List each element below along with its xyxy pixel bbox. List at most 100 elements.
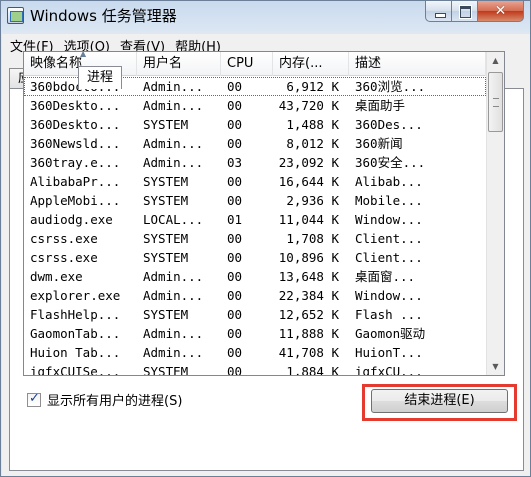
process-row[interactable]: csrss.exe SYSTEM 00 1,708 K Client... xyxy=(24,229,486,248)
process-row[interactable]: AppleMobi... SYSTEM 00 2,936 K Mobile... xyxy=(24,191,486,210)
task-manager-icon xyxy=(7,7,24,24)
process-cpu: 00 xyxy=(227,231,243,246)
show-all-users-checkbox[interactable] xyxy=(27,391,41,407)
column-label: 映像名称 xyxy=(30,56,83,71)
process-row[interactable]: GaomonTab... Admin... 00 11,888 K Gaomon驱动 xyxy=(24,324,486,343)
process-memory: 8,012 K xyxy=(286,136,339,151)
process-name: 360Deskto... xyxy=(30,98,121,113)
vertical-scrollbar[interactable]: ▲ ▼ xyxy=(486,52,504,375)
process-cpu: 00 xyxy=(227,250,243,265)
process-memory: 16,644 K xyxy=(278,174,339,189)
process-user: Admin... xyxy=(143,345,204,360)
column-memory[interactable]: 内存(... xyxy=(273,52,349,76)
process-memory: 11,888 K xyxy=(278,326,339,341)
process-name: csrss.exe xyxy=(30,231,98,246)
process-name: csrss.exe xyxy=(30,250,98,265)
column-description[interactable]: 描述 xyxy=(349,52,486,76)
column-cpu[interactable]: CPU xyxy=(221,52,273,76)
process-user: SYSTEM xyxy=(143,250,189,265)
process-cpu: 00 xyxy=(227,174,243,189)
process-description: HuionT... xyxy=(355,345,423,360)
process-cpu: 03 xyxy=(227,155,243,170)
process-row[interactable]: 360Deskto... Admin... 00 43,720 K 桌面助手 xyxy=(24,96,486,115)
minimize-button[interactable] xyxy=(425,1,452,22)
window-controls: ✕ xyxy=(425,1,524,22)
process-user: Admin... xyxy=(143,98,204,113)
process-row[interactable]: FlashHelp... SYSTEM 00 12,652 K Flash ... xyxy=(24,305,486,324)
process-user: SYSTEM xyxy=(143,193,189,208)
process-name: FlashHelp... xyxy=(30,307,121,322)
process-description: 桌面助手 xyxy=(355,98,406,113)
process-name: explorer.exe xyxy=(30,288,121,303)
process-row[interactable]: 360Deskto... SYSTEM 00 1,488 K 360Des... xyxy=(24,115,486,134)
process-row[interactable]: dwm.exe Admin... 00 13,648 K 桌面窗... xyxy=(24,267,486,286)
process-row[interactable]: 360tray.e... Admin... 03 23,092 K 360安全... xyxy=(24,153,486,172)
process-user: SYSTEM xyxy=(143,364,189,376)
process-list[interactable]: ▲ 映像名称 用户名 CPU 内存(... 描述 360bdocto... Adm… xyxy=(23,51,505,376)
process-description: Window... xyxy=(355,288,423,303)
process-name: 360Deskto... xyxy=(30,117,121,132)
process-description: Mobile... xyxy=(355,193,423,208)
scroll-down-icon[interactable]: ▼ xyxy=(487,358,504,375)
process-memory: 22,384 K xyxy=(278,288,339,303)
process-memory: 1,884 K xyxy=(286,364,339,376)
process-row[interactable]: explorer.exe Admin... 00 22,384 K Window... xyxy=(24,286,486,305)
process-row[interactable]: audiodg.exe LOCAL... 01 11,044 K Window... xyxy=(24,210,486,229)
process-cpu: 00 xyxy=(227,269,243,284)
column-user-name[interactable]: 用户名 xyxy=(137,52,221,76)
close-icon: ✕ xyxy=(494,3,507,19)
process-row[interactable]: Huion Tab... Admin... 00 41,708 K HuionT... xyxy=(24,343,486,362)
process-description: Gaomon驱动 xyxy=(355,326,426,341)
process-description: Client... xyxy=(355,250,423,265)
process-memory: 43,720 K xyxy=(278,98,339,113)
show-all-users-option[interactable]: 显示所有用户的进程(S) xyxy=(27,390,182,409)
scroll-up-icon[interactable]: ▲ xyxy=(487,52,504,69)
process-memory: 11,044 K xyxy=(278,212,339,227)
process-cpu: 00 xyxy=(227,288,243,303)
process-user: Admin... xyxy=(143,269,204,284)
process-name: igfxCUISe... xyxy=(30,364,121,376)
process-name: 360tray.e... xyxy=(30,155,121,170)
process-rows: 360bdocto... Admin... 00 6,912 K 360浏览... 360… xyxy=(24,77,486,376)
maximize-button[interactable] xyxy=(452,1,478,22)
process-memory: 2,936 K xyxy=(286,193,339,208)
end-process-button[interactable]: 结束进程(E) xyxy=(371,389,508,413)
process-row[interactable]: 360Newsld... Admin... 00 8,012 K 360新闻 xyxy=(24,134,486,153)
tab-processes[interactable]: 进程 xyxy=(78,66,123,89)
process-memory: 10,896 K xyxy=(278,250,339,265)
process-cpu: 00 xyxy=(227,98,243,113)
process-user: SYSTEM xyxy=(143,117,189,132)
process-description: Window... xyxy=(355,212,423,227)
title-bar[interactable]: Windows 任务管理器 ✕ xyxy=(1,1,530,31)
process-cpu: 00 xyxy=(227,326,243,341)
process-user: SYSTEM xyxy=(143,307,189,322)
process-description: 360浏览... xyxy=(355,79,426,94)
process-cpu: 00 xyxy=(227,193,243,208)
process-user: Admin... xyxy=(143,136,204,151)
process-description: 桌面窗... xyxy=(355,269,416,284)
process-description: Alibab... xyxy=(355,174,423,189)
sort-ascending-icon: ▲ xyxy=(80,52,87,58)
process-description: 360安全... xyxy=(355,155,426,170)
close-button[interactable]: ✕ xyxy=(478,1,524,22)
process-description: 360新闻 xyxy=(355,136,403,151)
task-manager-window: Windows 任务管理器 ✕ 文件(F) 选项(O) 查看(V) 帮助(H) … xyxy=(0,0,531,477)
show-all-users-label: 显示所有用户的进程(S) xyxy=(47,394,183,409)
process-row[interactable]: igfxCUISe... SYSTEM 00 1,884 K igfxCU... xyxy=(24,362,486,376)
process-user: LOCAL... xyxy=(143,212,204,227)
process-name: GaomonTab... xyxy=(30,326,121,341)
process-user: Admin... xyxy=(143,79,204,94)
process-memory: 23,092 K xyxy=(278,155,339,170)
process-memory: 12,652 K xyxy=(278,307,339,322)
process-description: Client... xyxy=(355,231,423,246)
process-row[interactable]: AlibabaPr... SYSTEM 00 16,644 K Alibab... xyxy=(24,172,486,191)
process-cpu: 00 xyxy=(227,364,243,376)
process-cpu: 00 xyxy=(227,345,243,360)
process-user: Admin... xyxy=(143,326,204,341)
process-name: 360Newsld... xyxy=(30,136,121,151)
process-cpu: 00 xyxy=(227,79,243,94)
process-row[interactable]: csrss.exe SYSTEM 00 10,896 K Client... xyxy=(24,248,486,267)
scroll-thumb[interactable] xyxy=(488,72,503,132)
process-description: Flash ... xyxy=(355,307,423,322)
process-memory: 1,708 K xyxy=(286,231,339,246)
